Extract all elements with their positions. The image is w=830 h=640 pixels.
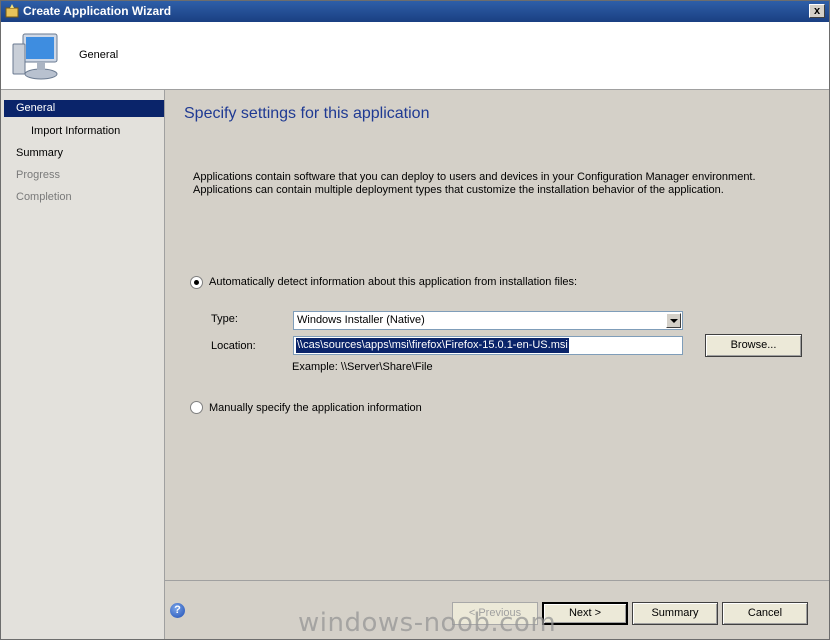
manual-specify-label[interactable]: Manually specify the application informa… bbox=[209, 402, 422, 414]
location-label: Location: bbox=[211, 340, 256, 352]
summary-button[interactable]: Summary bbox=[632, 602, 718, 625]
page-title: Specify settings for this application bbox=[184, 105, 430, 122]
header-title: General bbox=[79, 49, 119, 61]
radio-selected-dot bbox=[194, 280, 199, 285]
computer-icon bbox=[12, 33, 58, 80]
type-dropdown[interactable]: Windows Installer (Native) bbox=[293, 311, 683, 330]
wizard-content: Specify settings for this application Ap… bbox=[165, 90, 829, 580]
watermark-text: windows-noob.com bbox=[298, 608, 557, 638]
page-description: Applications contain software that you c… bbox=[193, 171, 756, 196]
title-bar[interactable]: Create Application Wizard x bbox=[1, 1, 829, 22]
location-input-value: \\cas\sources\apps\msi\firefox\Firefox-1… bbox=[296, 338, 569, 353]
wizard-header: General bbox=[1, 22, 829, 90]
wizard-steps-sidebar: General Import Information Summary Progr… bbox=[1, 90, 165, 639]
location-example: Example: \\Server\Share\File bbox=[292, 361, 433, 373]
wizard-window: Create Application Wizard x General Gene… bbox=[0, 0, 830, 640]
close-button[interactable]: x bbox=[809, 4, 825, 18]
type-dropdown-value: Windows Installer (Native) bbox=[297, 314, 425, 326]
help-icon[interactable]: ? bbox=[170, 603, 185, 618]
step-import-information[interactable]: Import Information bbox=[4, 123, 120, 140]
cancel-button[interactable]: Cancel bbox=[722, 602, 808, 625]
close-icon: x bbox=[813, 5, 821, 17]
step-general[interactable]: General bbox=[4, 100, 164, 117]
wizard-app-icon bbox=[5, 4, 19, 18]
step-completion: Completion bbox=[16, 191, 72, 203]
auto-detect-radio[interactable] bbox=[190, 276, 203, 289]
browse-button[interactable]: Browse... bbox=[705, 334, 802, 357]
step-progress: Progress bbox=[16, 169, 61, 181]
location-input[interactable]: \\cas\sources\apps\msi\firefox\Firefox-1… bbox=[293, 336, 683, 355]
dropdown-arrow-button[interactable] bbox=[666, 313, 681, 328]
step-summary[interactable]: Summary bbox=[4, 145, 63, 162]
chevron-down-icon bbox=[670, 319, 678, 323]
window-title: Create Application Wizard bbox=[23, 4, 172, 18]
type-label: Type: bbox=[211, 313, 238, 325]
auto-detect-label[interactable]: Automatically detect information about t… bbox=[209, 276, 577, 288]
manual-specify-radio[interactable] bbox=[190, 401, 203, 414]
